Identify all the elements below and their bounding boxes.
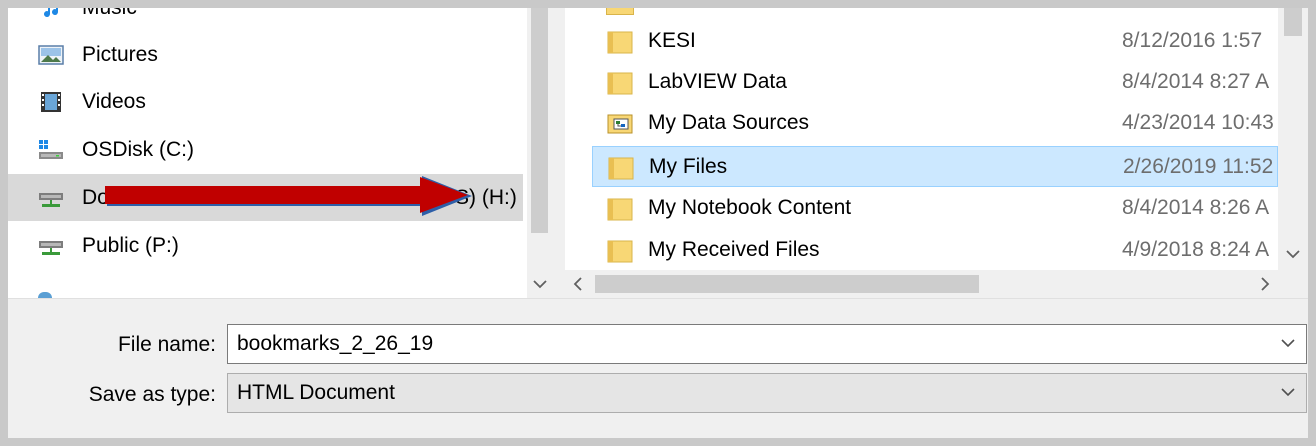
nav-scroll-down-button[interactable] — [527, 270, 553, 296]
data-sources-folder-icon — [607, 114, 633, 134]
file-name: KESI — [648, 29, 696, 52]
file-date: 8/12/2016 1:57 — [1122, 29, 1263, 52]
nav-label: Public (P:) — [82, 233, 179, 257]
file-list-hscroll-thumb[interactable] — [595, 275, 979, 293]
file-list-vertical-scrollbar[interactable] — [1278, 8, 1308, 270]
file-name-input[interactable]: bookmarks_2_26_19 — [237, 332, 433, 356]
nav-item-public[interactable]: Public (P:) — [8, 222, 523, 269]
save-as-type-label: Save as type: — [88, 383, 216, 406]
nav-item-pictures[interactable]: Pictures — [8, 31, 523, 78]
file-date: 4/9/2018 8:24 A — [1122, 238, 1270, 261]
folder-icon — [608, 157, 634, 180]
folder-icon — [607, 198, 633, 221]
nav-item-videos[interactable]: Videos — [8, 78, 523, 125]
nav-label: Music — [82, 8, 137, 20]
save-as-type-select[interactable]: HTML Document — [227, 373, 1307, 413]
file-row[interactable]: My Notebook Content 8/4/2014 8:26 A — [592, 188, 1278, 229]
nav-label: Videos — [82, 89, 146, 113]
partial-folder-icon — [606, 8, 634, 15]
pictures-icon — [38, 44, 64, 66]
file-name: My Received Files — [648, 238, 820, 261]
file-row[interactable]: My Received Files 4/9/2018 8:24 A — [592, 230, 1278, 271]
file-name: My Files — [649, 155, 728, 178]
file-date: 2/26/2019 11:52 — [1123, 155, 1274, 178]
file-list-pane: KESI 8/12/2016 1:57 LabVIEW Data 8/4/201… — [565, 8, 1308, 298]
file-date: 8/4/2014 8:27 A — [1122, 70, 1270, 93]
file-list-horizontal-scrollbar[interactable] — [565, 270, 1308, 298]
file-name: My Data Sources — [648, 111, 810, 134]
save-as-type-value: HTML Document — [237, 381, 395, 404]
chevron-down-icon[interactable] — [1278, 333, 1298, 353]
save-as-dialog: Music Pictures Videos OSDisk (C:) Do — [8, 8, 1308, 438]
file-date: 4/23/2014 10:43 — [1122, 111, 1274, 134]
chevron-down-icon[interactable] — [1278, 382, 1298, 402]
nav-scroll-thumb[interactable] — [531, 8, 548, 233]
videos-icon — [38, 91, 64, 113]
pane-splitter[interactable] — [553, 8, 565, 298]
file-list-scroll-down-button[interactable] — [1278, 240, 1308, 266]
network-drive-icon — [38, 187, 64, 209]
nav-vertical-scrollbar[interactable] — [527, 8, 553, 298]
annotation-arrow — [105, 176, 472, 216]
music-icon — [38, 8, 64, 19]
pane-divider — [8, 298, 1308, 299]
scroll-left-button[interactable] — [565, 270, 591, 298]
folder-icon — [607, 240, 633, 263]
file-row[interactable]: My Data Sources 4/23/2014 10:43 — [592, 103, 1278, 144]
file-row-selected[interactable]: My Files 2/26/2019 11:52 — [592, 146, 1278, 187]
os-drive-icon — [38, 139, 64, 161]
file-date: 8/4/2014 8:26 A — [1122, 196, 1270, 219]
nav-item-osdisk[interactable]: OSDisk (C:) — [8, 126, 523, 173]
file-row[interactable]: LabVIEW Data 8/4/2014 8:27 A — [592, 62, 1278, 103]
scroll-right-button[interactable] — [1252, 270, 1278, 298]
file-name: My Notebook Content — [648, 196, 852, 219]
nav-item-music[interactable]: Music — [8, 8, 523, 31]
folder-icon — [607, 31, 633, 54]
file-row[interactable]: KESI 8/12/2016 1:57 — [592, 21, 1278, 62]
nav-label: Pictures — [82, 42, 158, 66]
network-drive-icon — [38, 235, 64, 257]
file-list-vscroll-thumb[interactable] — [1284, 8, 1302, 36]
folder-icon — [607, 72, 633, 95]
file-name: LabVIEW Data — [648, 70, 787, 93]
navigation-pane: Music Pictures Videos OSDisk (C:) Do — [8, 8, 553, 298]
file-name-combobox[interactable]: bookmarks_2_26_19 — [227, 324, 1307, 364]
file-name-label: File name: — [117, 333, 216, 356]
nav-label: OSDisk (C:) — [82, 137, 194, 161]
